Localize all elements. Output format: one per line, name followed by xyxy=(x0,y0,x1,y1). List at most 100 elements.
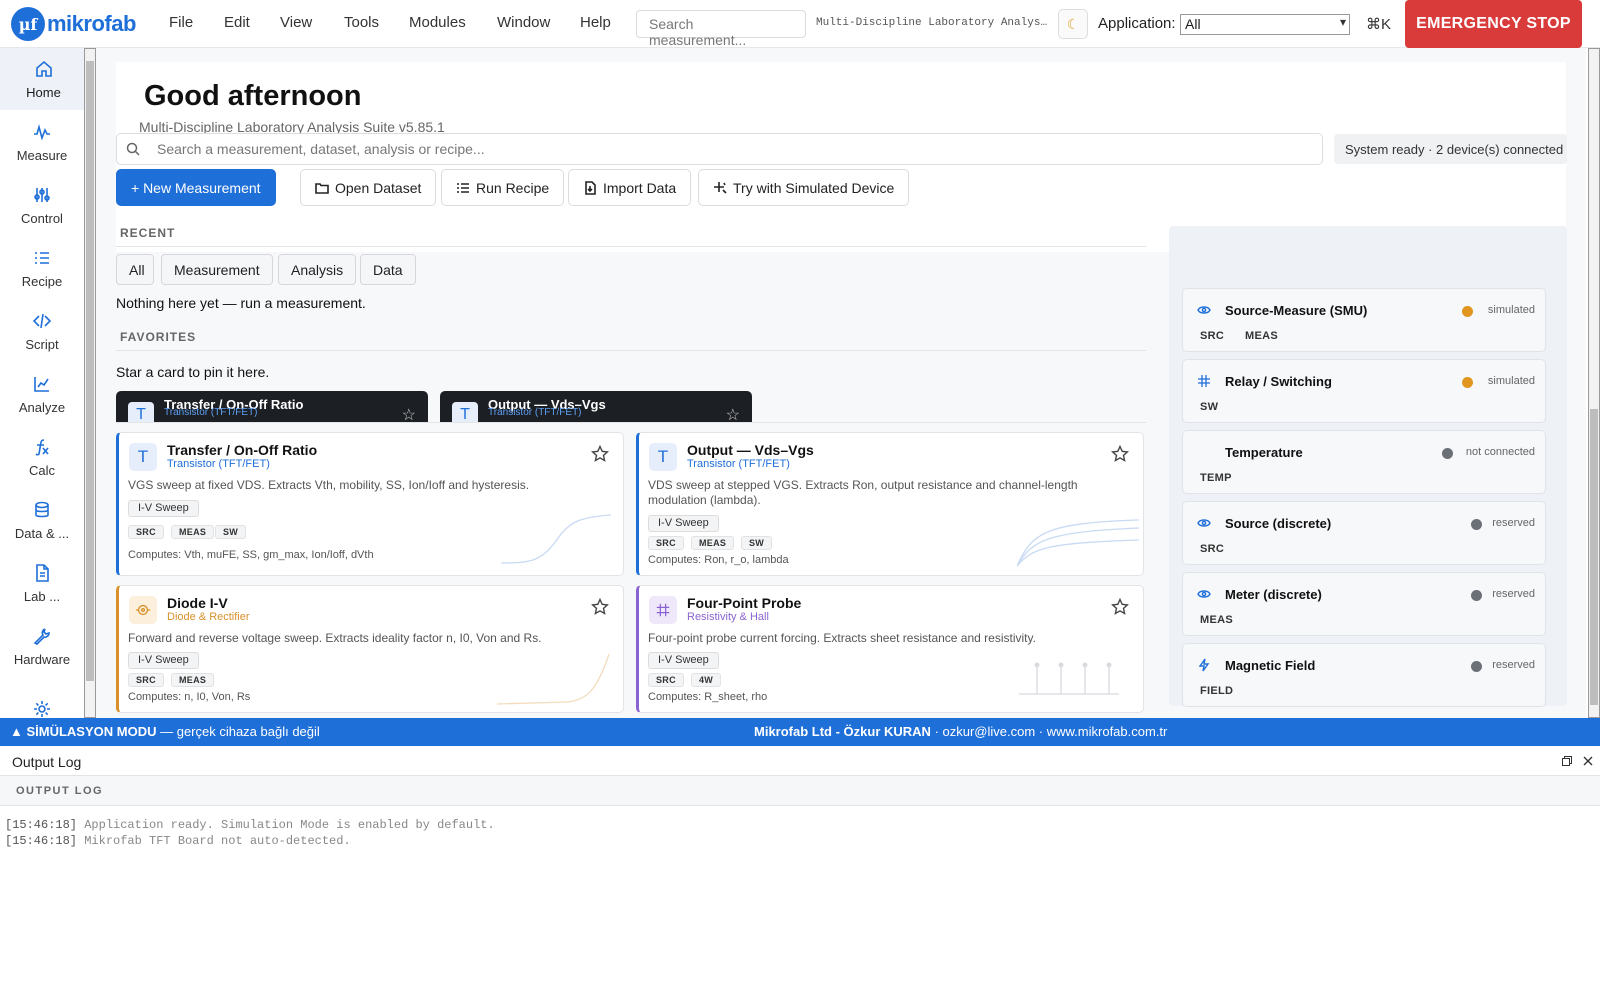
star-icon[interactable] xyxy=(1111,445,1129,463)
measurement-card-output[interactable]: T Output — Vds–Vgs Transistor (TFT/FET) … xyxy=(636,432,1144,576)
diode-icon xyxy=(129,596,157,624)
sidebar-item-label: Data & ... xyxy=(14,525,70,541)
sidebar-item-lab[interactable]: Lab ... xyxy=(0,552,84,614)
capability-badge: 4W xyxy=(691,673,722,687)
star-icon[interactable] xyxy=(591,445,609,463)
close-icon[interactable] xyxy=(1583,756,1593,766)
star-icon: ☆ xyxy=(401,407,416,423)
application-select[interactable]: All ▾ xyxy=(1180,14,1350,35)
home-search-input[interactable]: Search a measurement, dataset, analysis … xyxy=(116,133,1323,165)
sidebar-scrollbar-thumb[interactable] xyxy=(86,61,94,681)
capability-label: SRC xyxy=(1200,543,1225,555)
card-title: Transfer / On-Off Ratio xyxy=(167,442,318,458)
menu-file[interactable]: File xyxy=(169,14,193,31)
filter-analysis[interactable]: Analysis xyxy=(278,254,357,285)
document-icon xyxy=(36,563,49,582)
sidebar-item-calc[interactable]: Calc xyxy=(0,426,84,488)
sidebar-item-data[interactable]: Data & ... xyxy=(0,489,84,551)
sidebar-item-measure[interactable]: Measure xyxy=(0,111,84,173)
hardware-card-temperature[interactable]: Temperature not connected TEMP xyxy=(1182,430,1546,494)
output-log-panel: OUTPUT LOG [15:46:18] Application ready.… xyxy=(0,776,1600,1000)
status-dot xyxy=(1462,306,1473,317)
sidebar-item-home[interactable]: Home xyxy=(0,48,84,110)
menu-tools[interactable]: Tools xyxy=(344,14,379,31)
run-recipe-button[interactable]: Run Recipe xyxy=(441,169,565,206)
try-simulated-device-button[interactable]: Try with Simulated Device xyxy=(698,169,910,206)
hardware-card-smu[interactable]: Source-Measure (SMU) simulated SRC MEAS xyxy=(1182,288,1546,352)
hardware-panel: Source-Measure (SMU) simulated SRC MEAS … xyxy=(1169,226,1567,707)
company-email[interactable]: · ozkur@live.com · xyxy=(931,724,1047,739)
code-icon xyxy=(32,313,52,328)
probe-pins-sparkline xyxy=(1019,662,1119,695)
star-icon[interactable] xyxy=(591,598,609,616)
logo-text: mikrofab xyxy=(47,11,136,36)
simulation-mode-indicator: ▲ SİMÜLASYON MODU — gerçek cihaza bağlı … xyxy=(10,724,320,739)
restore-icon[interactable] xyxy=(1562,756,1572,766)
open-dataset-label: Open Dataset xyxy=(335,179,422,196)
system-status: System ready · 2 device(s) connected xyxy=(1334,134,1567,164)
filter-all[interactable]: All xyxy=(116,254,154,285)
menu-edit[interactable]: Edit xyxy=(224,14,250,31)
sidebar-item-control[interactable]: Control xyxy=(0,174,84,236)
app-logo[interactable]: µf mikrofab xyxy=(11,7,136,41)
main-scrollbar-thumb[interactable] xyxy=(1590,409,1598,705)
sidebar-item-hardware[interactable]: Hardware xyxy=(0,615,84,677)
hardware-name: Source-Measure (SMU) xyxy=(1225,303,1368,318)
capability-label: FIELD xyxy=(1200,685,1234,697)
drag-card-category: Transistor (TFT/FET) xyxy=(488,407,582,418)
search-icon xyxy=(126,142,140,156)
hardware-card-source-discrete[interactable]: Source (discrete) reserved SRC xyxy=(1182,501,1546,565)
sidebar-scrollbar[interactable] xyxy=(84,48,96,718)
hardware-status: not connected xyxy=(1465,446,1535,458)
sidebar-item-recipe[interactable]: Recipe xyxy=(0,237,84,299)
capability-badge: SRC xyxy=(648,673,684,687)
main-scrollbar[interactable] xyxy=(1588,48,1600,718)
hardware-card-relay[interactable]: Relay / Switching simulated SW xyxy=(1182,359,1546,423)
favorites-heading: FAVORITES xyxy=(120,330,197,344)
hardware-name: Temperature xyxy=(1225,445,1303,460)
card-computes: Computes: R_sheet, rho xyxy=(648,691,768,703)
theme-toggle-button[interactable]: ☾ xyxy=(1058,9,1088,39)
menu-view[interactable]: View xyxy=(280,14,312,31)
hardware-name: Magnetic Field xyxy=(1225,658,1316,673)
import-data-label: Import Data xyxy=(603,179,677,196)
output-log-window-title: Output Log xyxy=(12,754,82,770)
log-message: Application ready. Simulation Mode is en… xyxy=(77,818,495,832)
measurement-card-transfer[interactable]: T Transfer / On-Off Ratio Transistor (TF… xyxy=(116,432,624,576)
card-description: VGS sweep at fixed VDS. Extracts Vth, mo… xyxy=(128,478,530,492)
menu-help[interactable]: Help xyxy=(580,14,611,31)
log-line: [15:46:18] Mikrofab TFT Board not auto-d… xyxy=(5,834,351,848)
measurement-card-diode[interactable]: Diode I-V Diode & Rectifier Forward and … xyxy=(116,585,624,713)
top-search-input[interactable]: Search measurement... xyxy=(636,10,806,48)
open-dataset-button[interactable]: Open Dataset xyxy=(300,169,437,206)
transistor-icon: T xyxy=(649,443,677,471)
card-title: Output — Vds–Vgs xyxy=(687,442,814,458)
filter-data[interactable]: Data xyxy=(360,254,416,285)
simulation-mode-note: — gerçek cihaza bağlı değil xyxy=(156,724,320,739)
command-palette-shortcut[interactable]: ⌘K xyxy=(1366,15,1391,33)
card-tag: I-V Sweep xyxy=(128,500,199,517)
sidebar-item-label: Analyze xyxy=(18,399,66,415)
hardware-card-meter-discrete[interactable]: Meter (discrete) reserved MEAS xyxy=(1182,572,1546,636)
output-log-titlebar: Output Log xyxy=(0,746,1600,776)
menu-window[interactable]: Window xyxy=(497,14,550,31)
new-measurement-button[interactable]: + New Measurement xyxy=(116,169,276,206)
sidebar-item-settings[interactable] xyxy=(0,678,84,718)
sidebar-item-script[interactable]: Script xyxy=(0,300,84,362)
emergency-stop-button[interactable]: EMERGENCY STOP xyxy=(1405,0,1582,48)
import-data-button[interactable]: Import Data xyxy=(568,169,692,206)
hardware-status: reserved xyxy=(1492,659,1535,671)
measurement-card-four-point-probe[interactable]: Four-Point Probe Resistivity & Hall Four… xyxy=(636,585,1144,713)
filter-measurement[interactable]: Measurement xyxy=(161,254,273,285)
wave-icon xyxy=(34,123,50,141)
card-category: Resistivity & Hall xyxy=(687,611,769,623)
menu-modules[interactable]: Modules xyxy=(409,14,466,31)
sidebar-item-analyze[interactable]: Analyze xyxy=(0,363,84,425)
sliders-icon xyxy=(34,187,50,202)
sidebar-item-label: Hardware xyxy=(13,651,71,667)
company-website[interactable]: www.mikrofab.com.tr xyxy=(1047,724,1168,739)
capability-badge: SW xyxy=(741,536,773,550)
hardware-card-magnetic-field[interactable]: Magnetic Field reserved FIELD xyxy=(1182,643,1546,707)
star-icon[interactable] xyxy=(1111,598,1129,616)
company-name: Mikrofab Ltd - Özkur KURAN xyxy=(754,724,931,739)
